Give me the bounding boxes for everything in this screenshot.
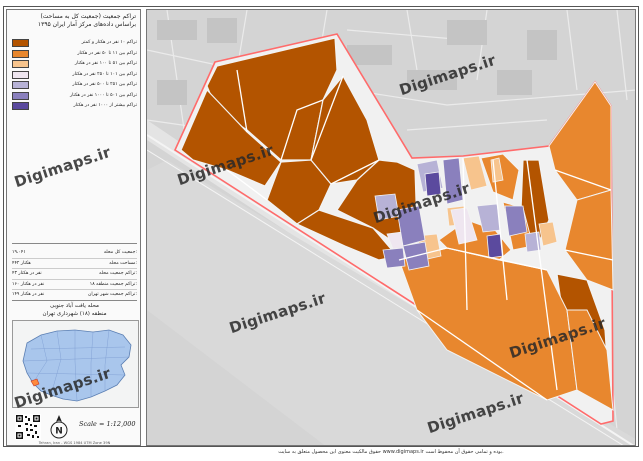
legend-label: تراکم بین ۲۵۱ تا ۵۰۰ نفر در هکتار <box>72 82 137 87</box>
legend-swatch <box>12 60 29 68</box>
legend-item: تراکم بین ۱۰۱ تا ۲۵۰ نفر در هکتار <box>10 70 139 81</box>
stat-key: تراکم جمعیت محله: <box>99 271 137 276</box>
divider <box>12 243 137 244</box>
panel-title: تراکم جمعیت (جمعیت کل به مساحت) براساس د… <box>11 13 136 29</box>
copyright-footer: حقوق مالکیت معنوی این محصول متعلق به سای… <box>278 449 504 455</box>
legend-swatch <box>12 70 29 79</box>
legend-swatch <box>12 49 29 58</box>
district-name: منطقه (۱۸) شهرداری تهران <box>42 311 107 317</box>
divider <box>12 300 137 301</box>
stat-key: جمعیت کل محله: <box>103 250 137 255</box>
stat-row: ۱۹،۰۴۱ جمعیت کل محله: <box>12 248 137 259</box>
stat-value: ۱۴۹ نفر در هکتار <box>12 292 45 297</box>
main-map[interactable]: Digimaps.ir Digimaps.ir Digimaps.ir Digi… <box>146 9 636 446</box>
qr-code-icon <box>15 414 41 440</box>
legend-label: تراکم بیشتر از ۱۰۰۰ نفر در هکتار <box>73 103 137 108</box>
neighborhood-name: محله یافت آباد جنوبی <box>50 303 99 309</box>
panel-title-line-2: براساس داده‌های مرکز آمار ایران ۱۳۹۵ <box>37 21 136 28</box>
legend-label: تراکم بین ۵۰۱ تا ۱۰۰۰ نفر در هکتار <box>69 92 137 98</box>
stat-key: تراکم جمعیت منطقه ۱۸: <box>89 281 137 287</box>
legend-item: تراکم بین ۲۵۱ تا ۵۰۰ نفر در هکتار <box>10 80 139 91</box>
stat-value: ۱۹،۰۴۱ <box>12 250 26 255</box>
svg-text:N: N <box>55 427 63 437</box>
legend-item: تراکم ۱۰ نفر در هکتار و کمتر <box>10 38 139 49</box>
legend-item: تراکم بین ۵۱ تا ۱۰۰ نفر در هکتار <box>10 59 139 70</box>
scale-label: Scale = 1:12,000 <box>79 420 136 428</box>
legend-label: تراکم بین ۱۱ تا ۵۰ نفر در هکتار <box>77 50 137 56</box>
legend-swatch <box>12 39 29 47</box>
legend-item: تراکم بیشتر از ۱۰۰۰ نفر در هکتار <box>10 101 139 112</box>
stat-value: ۴۳ نفر در هکتار <box>12 271 42 276</box>
location-title: محله یافت آباد جنوبی منطقه (۱۸) شهرداری … <box>12 302 137 318</box>
north-arrow-icon: N <box>50 415 68 439</box>
stat-value: ۱۶۰ نفر در هکتار <box>12 281 45 287</box>
map-canvas[interactable] <box>147 10 636 446</box>
legend-swatch <box>12 91 29 100</box>
legend-label: تراکم بین ۱۰۱ تا ۲۵۰ نفر در هکتار <box>72 71 137 77</box>
legend-label: تراکم بین ۵۱ تا ۱۰۰ نفر در هکتار <box>74 61 137 66</box>
stat-row: ۱۴۹ نفر در هکتار تراکم جمعیت شهر تهران: <box>12 290 137 301</box>
stat-key: تراکم جمعیت شهر تهران: <box>88 292 137 297</box>
stats-table: ۱۹،۰۴۱ جمعیت کل محله: ۴۴۲ هکتار مساحت مح… <box>12 248 137 301</box>
stat-row: ۱۶۰ نفر در هکتار تراکم جمعیت منطقه ۱۸: <box>12 280 137 290</box>
stat-value: ۴۴۲ هکتار <box>12 260 31 266</box>
stat-key: مساحت محله: <box>109 260 137 266</box>
stat-row: ۴۴۲ هکتار مساحت محله: <box>12 259 137 269</box>
legend-swatch <box>12 102 29 110</box>
stat-row: ۴۳ نفر در هکتار تراکم جمعیت محله: <box>12 269 137 280</box>
panel-title-line-1: تراکم جمعیت (جمعیت کل به مساحت) <box>40 13 136 20</box>
legend-item: تراکم بین ۱۱ تا ۵۰ نفر در هکتار <box>10 49 139 60</box>
projection-note: Tehran, Iran - WGS 1984 UTM Zone 39N <box>38 441 111 445</box>
density-legend: تراکم ۱۰ نفر در هکتار و کمتر تراکم بین ۱… <box>10 38 139 112</box>
legend-swatch <box>12 81 29 89</box>
legend-item: تراکم بین ۵۰۱ تا ۱۰۰۰ نفر در هکتار <box>10 91 139 102</box>
legend-label: تراکم ۱۰ نفر در هکتار و کمتر <box>81 40 137 45</box>
